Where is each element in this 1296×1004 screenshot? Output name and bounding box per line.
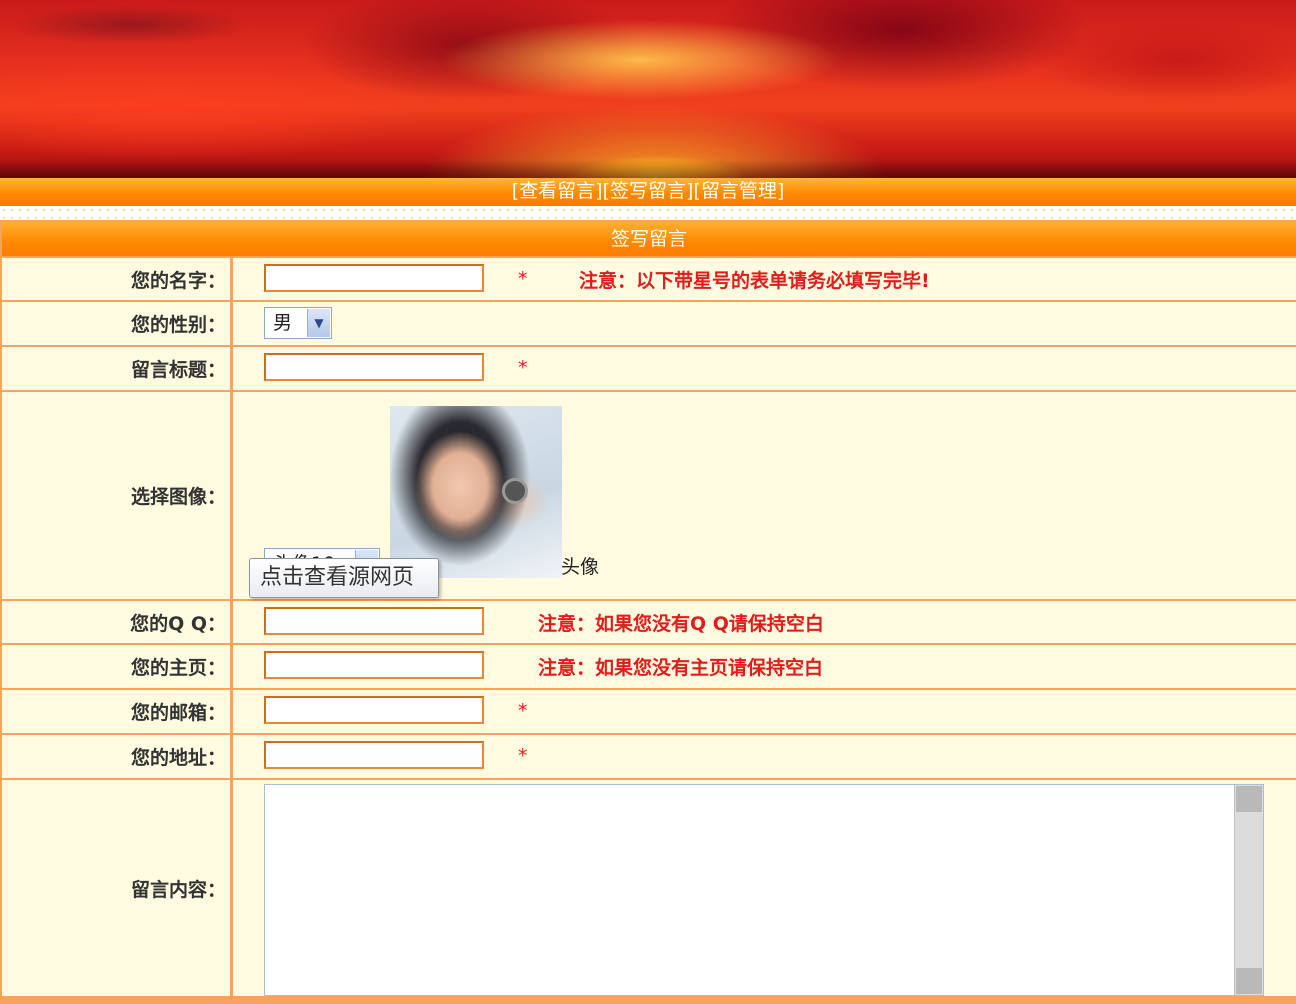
scroll-up-button[interactable] xyxy=(1236,786,1262,812)
address-row: 您的地址： * xyxy=(0,735,1296,778)
qq-label: 您的Q Q： xyxy=(2,601,230,643)
subject-row: 留言标题： * xyxy=(0,347,1296,390)
gender-selected-value: 男 xyxy=(273,312,293,334)
address-input[interactable] xyxy=(264,741,484,769)
email-label: 您的邮箱： xyxy=(2,690,230,733)
banner-horizon xyxy=(0,160,1296,178)
nav-manage-messages-link[interactable]: [留言管理] xyxy=(693,180,784,202)
nav-view-messages-link[interactable]: [查看留言] xyxy=(512,180,603,202)
name-required-mark: * xyxy=(518,268,528,290)
view-source-tooltip: 点击查看源网页 xyxy=(249,558,439,598)
qq-note: 注意：如果您没有Q Q请保持空白 xyxy=(538,613,824,635)
qq-row: 您的Q Q： 注意：如果您没有Q Q请保持空白 xyxy=(0,601,1296,643)
guestbook-form: 签写留言 您的名字： * 注意：以下带星号的表单请务必填写完毕! 您的性别： 男… xyxy=(0,220,1296,1004)
name-input[interactable] xyxy=(264,264,484,292)
form-bottom-border xyxy=(0,996,1296,1004)
address-label: 您的地址： xyxy=(2,735,230,778)
form-title: 签写留言 xyxy=(2,222,1296,256)
textarea-scrollbar[interactable] xyxy=(1234,785,1263,995)
avatar-watch-detail xyxy=(502,478,528,504)
homepage-label: 您的主页： xyxy=(2,645,230,688)
address-required-mark: * xyxy=(518,745,528,767)
subject-label: 留言标题： xyxy=(2,347,230,390)
homepage-note: 注意：如果您没有主页请保持空白 xyxy=(538,657,824,679)
nav-spacer xyxy=(0,206,1296,220)
header-banner-image xyxy=(0,0,1296,178)
gender-label: 您的性别： xyxy=(2,302,230,345)
email-input[interactable] xyxy=(264,696,484,724)
nav-sign-message-link[interactable]: [签写留言] xyxy=(603,180,694,202)
avatar-preview-image[interactable] xyxy=(390,406,562,578)
avatar-label: 选择图像： xyxy=(2,392,230,599)
top-nav: [查看留言][签写留言][留言管理] xyxy=(0,178,1296,206)
homepage-row: 您的主页： 注意：如果您没有主页请保持空白 xyxy=(0,645,1296,688)
gender-select[interactable]: 男 ▼ xyxy=(264,307,332,339)
subject-required-mark: * xyxy=(518,357,528,379)
gender-row: 您的性别： 男 ▼ xyxy=(0,302,1296,345)
homepage-input[interactable] xyxy=(264,651,484,679)
name-row: 您的名字： * 注意：以下带星号的表单请务必填写完毕! xyxy=(0,258,1296,300)
content-textarea[interactable] xyxy=(264,784,1264,996)
content-label: 留言内容： xyxy=(2,780,230,996)
qq-input[interactable] xyxy=(264,607,484,635)
name-label: 您的名字： xyxy=(2,258,230,300)
chevron-down-icon[interactable]: ▼ xyxy=(307,309,330,337)
avatar-row: 选择图像： 头像10 ▼ 头像 点击查看源网页 xyxy=(0,392,1296,599)
subject-input[interactable] xyxy=(264,353,484,381)
avatar-caption: 头像 xyxy=(561,556,600,578)
scroll-down-button[interactable] xyxy=(1236,968,1262,994)
email-row: 您的邮箱： * xyxy=(0,690,1296,733)
content-row: 留言内容： xyxy=(0,780,1296,996)
required-notice: 注意：以下带星号的表单请务必填写完毕! xyxy=(579,270,930,292)
email-required-mark: * xyxy=(518,700,528,722)
